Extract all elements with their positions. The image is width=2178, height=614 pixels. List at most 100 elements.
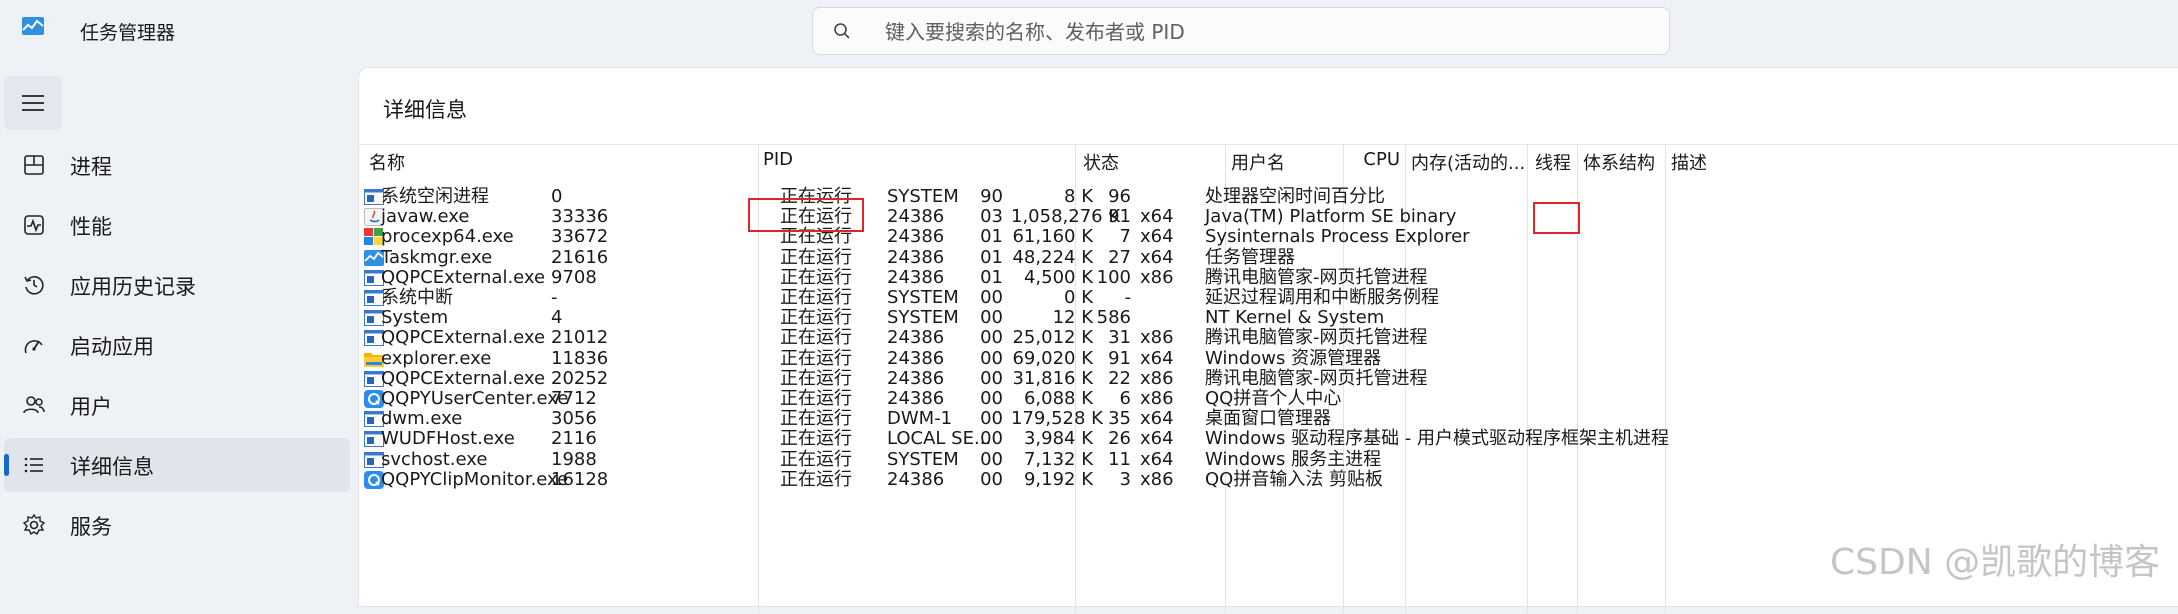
menu-toggle-button[interactable]: [4, 76, 62, 130]
sidebar-item-details[interactable]: 详细信息: [4, 438, 350, 492]
cell-pid: 9708: [551, 266, 597, 288]
cell-status: 正在运行: [780, 468, 852, 490]
cell-desc: 任务管理器: [1205, 246, 1295, 268]
sidebar-item-services[interactable]: 服务: [4, 498, 350, 552]
cell-user: 24386: [887, 327, 945, 349]
table-row[interactable]: 系统空闲进程 0 正在运行 SYSTEM 90 8 K 96 处理器空闲时间百分比: [359, 187, 2178, 207]
cell-arch: x64: [1140, 347, 1174, 369]
sidebar-item-performance[interactable]: 性能: [4, 198, 350, 252]
cell-mem: 61,160 K: [1012, 226, 1093, 248]
hamburger-menu-icon: [22, 95, 44, 111]
cell-name: QQPCExternal.exe: [381, 367, 546, 389]
cell-mem: 3,984 K: [1023, 428, 1093, 450]
column-header-cpu[interactable]: CPU: [1362, 149, 1400, 177]
cell-name: 系统中断: [381, 287, 453, 308]
column-header-architecture[interactable]: 体系结构: [1583, 149, 1655, 177]
cell-arch: x64: [1140, 448, 1174, 470]
cell-desc: 处理器空闲时间百分比: [1205, 186, 1385, 207]
threads-highlight-box: [1533, 202, 1580, 234]
search-input[interactable]: [883, 14, 1647, 50]
cell-desc: Windows 服务主进程: [1205, 448, 1382, 470]
column-header-name[interactable]: 名称: [369, 149, 405, 177]
cell-status: 正在运行: [780, 408, 852, 430]
cell-threads: 11: [1108, 448, 1131, 470]
sidebar-item-label: 详细信息: [70, 455, 154, 479]
cell-name: procexp64.exe: [381, 226, 514, 248]
cell-user: 24386: [887, 246, 945, 268]
sidebar-item-label: 进程: [70, 155, 112, 179]
cell-name: explorer.exe: [381, 347, 492, 369]
cell-threads: -: [1124, 287, 1132, 308]
cell-pid: 3056: [551, 408, 597, 430]
cell-cpu: 00: [980, 388, 1003, 409]
cell-cpu: 03: [980, 206, 1003, 228]
cell-cpu: 01: [980, 226, 1003, 248]
cell-mem: 69,020 K: [1012, 347, 1093, 369]
page-title: 详细信息: [383, 98, 467, 122]
cell-desc: Sysinternals Process Explorer: [1205, 226, 1470, 248]
cell-cpu: 01: [980, 266, 1003, 288]
table-row[interactable]: javaw.exe 33336 正在运行 24386 03 1,058,276 K 91 x6…: [359, 207, 2178, 227]
cell-status: 正在运行: [780, 428, 852, 450]
cell-arch: x86: [1140, 388, 1174, 409]
watermark: CSDN @凯歌的博客: [1830, 542, 2161, 583]
cell-status: 正在运行: [780, 287, 852, 308]
cell-arch: x64: [1140, 428, 1174, 450]
column-header-memory[interactable]: 内存(活动的...: [1411, 149, 1525, 177]
cell-name: Taskmgr.exe: [381, 246, 493, 268]
sidebar-item-processes[interactable]: 进程: [4, 138, 350, 192]
cell-status: 正在运行: [780, 367, 852, 389]
table-row[interactable]: Taskmgr.exe 21616 正在运行 24386 01 48,224 K 27 x64…: [359, 246, 2178, 268]
cell-cpu: 00: [980, 428, 1003, 450]
table-row[interactable]: 系统中断 - 正在运行 SYSTEM 00 0 K - 延迟过程调用和中断服务例程: [359, 288, 2178, 308]
table-row[interactable]: dwm.exe 3056 正在运行 DWM-1 00 179,528 K 35 x64 桌面窗口…: [359, 409, 2178, 429]
cell-user: 24386: [887, 347, 945, 369]
cell-desc: 腾讯电脑管家-网页托管进程: [1205, 367, 1428, 389]
cell-pid: 1988: [551, 448, 597, 470]
column-header-pid[interactable]: PID: [763, 149, 793, 177]
column-header-username[interactable]: 用户名: [1231, 149, 1285, 177]
cell-name: svchost.exe: [381, 448, 488, 470]
table-row[interactable]: QQPYClipMonitor.exe 16128 正在运行 24386 00 9,192…: [359, 468, 2178, 490]
sidebar-item-users[interactable]: 用户: [4, 378, 350, 432]
cell-status: 正在运行: [780, 307, 852, 329]
cell-threads: 3: [1119, 468, 1131, 490]
active-indicator: [4, 454, 9, 476]
column-header-description[interactable]: 描述: [1671, 149, 1707, 177]
cell-mem: 4,500 K: [1023, 266, 1093, 288]
table-row[interactable]: svchost.exe 1988 正在运行 SYSTEM 00 7,132 K 11 x64 W…: [359, 448, 2178, 470]
table-row[interactable]: QQPCExternal.exe 9708 正在运行 24386 01 4,500 K 10…: [359, 266, 2178, 288]
sidebar-item-label: 应用历史记录: [70, 275, 196, 299]
table-row[interactable]: QQPYUserCenter.exe 7712 正在运行 24386 00 6,088 K…: [359, 389, 2178, 409]
cell-name: QQPCExternal.exe: [381, 266, 546, 288]
cell-cpu: 00: [980, 468, 1003, 490]
cell-pid: 20252: [551, 367, 609, 389]
cell-cpu: 00: [980, 408, 1003, 430]
table-row[interactable]: QQPCExternal.exe 20252 正在运行 24386 00 31,816 K…: [359, 367, 2178, 389]
cell-mem: 7,132 K: [1023, 448, 1093, 470]
cell-threads: 22: [1108, 367, 1131, 389]
column-header-status[interactable]: 状态: [1083, 149, 1119, 177]
table-row[interactable]: System 4 正在运行 SYSTEM 00 12 K 586 NT Kernel & Sy…: [359, 308, 2178, 328]
table-row[interactable]: QQPCExternal.exe 21012 正在运行 24386 00 25,012 K…: [359, 328, 2178, 348]
app-history-icon: [24, 276, 44, 295]
sidebar-item-startup-apps[interactable]: 启动应用: [4, 318, 350, 372]
sidebar-item-app-history[interactable]: 应用历史记录: [4, 258, 350, 312]
cell-threads: 31: [1108, 327, 1131, 349]
cell-pid: 21012: [551, 327, 609, 349]
cell-threads: 7: [1119, 226, 1131, 248]
sidebar-item-label: 用户: [70, 395, 112, 419]
table-row[interactable]: WUDFHost.exe 2116 正在运行 LOCAL SE... 00 3,984 K…: [359, 429, 2178, 449]
table-row[interactable]: explorer.exe 11836 正在运行 24386 00 69,020 K 91 x6…: [359, 347, 2178, 369]
cell-arch: x64: [1140, 408, 1174, 430]
cell-threads: 26: [1108, 428, 1131, 450]
column-header-threads[interactable]: 线程: [1535, 149, 1571, 177]
table-row[interactable]: procexp64.exe 33672 正在运行 24386 01 61,160 K 7 x6…: [359, 227, 2178, 247]
cell-pid: 4: [551, 307, 563, 329]
cell-cpu: 90: [980, 186, 1003, 207]
cell-user: 24386: [887, 226, 945, 248]
search-box[interactable]: [812, 7, 1670, 55]
cell-desc: 腾讯电脑管家-网页托管进程: [1205, 327, 1428, 349]
cell-name: WUDFHost.exe: [381, 428, 515, 450]
cell-name: dwm.exe: [381, 408, 463, 430]
